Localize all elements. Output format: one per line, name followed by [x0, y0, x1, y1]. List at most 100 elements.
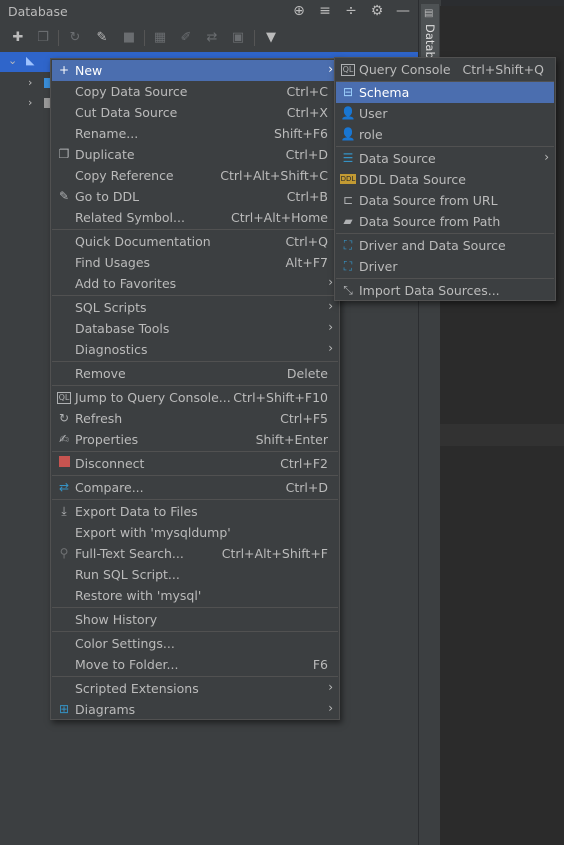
menu-item-new[interactable]: + New › [52, 60, 338, 81]
ddl-icon: DDL [340, 174, 356, 184]
menu-item-compare[interactable]: ⇄ Compare... Ctrl+D [52, 477, 338, 498]
duplicate-icon: ❐ [58, 147, 70, 161]
menu-separator [52, 475, 338, 476]
compare-icon[interactable]: ⇄ [202, 28, 222, 48]
menu-item-jump-to-query-console[interactable]: QL Jump to Query Console... Ctrl+Shift+F… [52, 387, 338, 408]
menu-item-run-sql-script[interactable]: Run SQL Script... [52, 564, 338, 585]
submenu-item-role[interactable]: 👤 role [336, 124, 554, 145]
submenu-item-user[interactable]: 👤 User [336, 103, 554, 124]
submenu-item-data-source-from-url[interactable]: ⊏ Data Source from URL [336, 190, 554, 211]
menu-separator [52, 451, 338, 452]
menu-separator [336, 146, 554, 147]
edit-icon[interactable]: ✐ [176, 28, 196, 48]
header-actions: ⊕ ≡ ÷ ⚙ — [290, 2, 412, 20]
submenu-item-driver[interactable]: ⛶ Driver [336, 256, 554, 277]
menu-separator [52, 361, 338, 362]
chevron-right-icon[interactable]: › [28, 76, 32, 89]
menu-separator [52, 499, 338, 500]
chevron-right-icon: › [328, 299, 333, 313]
chevron-right-icon: › [328, 62, 333, 76]
menu-item-export-with-mysqldump[interactable]: Export with 'mysqldump' [52, 522, 338, 543]
menu-item-remove[interactable]: Remove Delete [52, 363, 338, 384]
database-icon: ▤ [424, 8, 434, 19]
submenu-item-driver-and-data-source[interactable]: ⛶ Driver and Data Source [336, 235, 554, 256]
role-icon: 👤 [340, 127, 356, 141]
toolbar-separator [58, 30, 59, 46]
menu-item-add-to-favorites[interactable]: Add to Favorites › [52, 273, 338, 294]
menu-item-move-to-folder[interactable]: Move to Folder... F6 [52, 654, 338, 675]
menu-item-restore-with-mysql[interactable]: Restore with 'mysql' [52, 585, 338, 606]
menu-item-quick-documentation[interactable]: Quick Documentation Ctrl+Q [52, 231, 338, 252]
chevron-right-icon: › [328, 341, 333, 355]
menu-separator [336, 233, 554, 234]
menu-item-export-data-to-files[interactable]: ⤓ Export Data to Files [52, 501, 338, 522]
user-icon: 👤 [340, 106, 356, 120]
table-icon[interactable]: ▦ [150, 28, 170, 48]
chevron-right-icon: › [328, 275, 333, 289]
menu-item-diagnostics[interactable]: Diagnostics › [52, 339, 338, 360]
chevron-right-icon: › [328, 320, 333, 334]
schema-icon: ⊟ [342, 85, 354, 99]
menu-item-cut-data-source[interactable]: Cut Data Source Ctrl+X [52, 102, 338, 123]
filter-icon[interactable]: ▼ [261, 28, 281, 48]
collapse-all-icon[interactable]: ≡ [316, 2, 334, 20]
menu-item-rename[interactable]: Rename... Shift+F6 [52, 123, 338, 144]
menu-item-database-tools[interactable]: Database Tools › [52, 318, 338, 339]
new-submenu: QL Query Console Ctrl+Shift+Q ⊟ Schema 👤… [334, 57, 556, 301]
menu-item-diagrams[interactable]: ⊞ Diagrams › [52, 699, 338, 720]
properties-icon[interactable]: ✎ [92, 28, 112, 48]
compare-icon: ⇄ [58, 480, 70, 494]
menu-item-scripted-extensions[interactable]: Scripted Extensions › [52, 678, 338, 699]
console-icon[interactable]: ▣ [228, 28, 248, 48]
add-icon[interactable]: ✚ [8, 28, 28, 48]
menu-item-copy-data-source[interactable]: Copy Data Source Ctrl+C [52, 81, 338, 102]
menu-separator [336, 278, 554, 279]
stop-icon[interactable]: ■ [119, 28, 139, 48]
menu-item-refresh[interactable]: ↻ Refresh Ctrl+F5 [52, 408, 338, 429]
plus-icon: + [58, 63, 70, 77]
menu-item-find-usages[interactable]: Find Usages Alt+F7 [52, 252, 338, 273]
submenu-item-data-source-from-path[interactable]: ▰ Data Source from Path [336, 211, 554, 232]
properties-icon: ✍ [58, 432, 70, 446]
database-side-tab[interactable]: ▤ Datab [421, 4, 439, 64]
side-tab-label: Datab [423, 24, 437, 59]
panel-header: Database ⊕ ≡ ÷ ⚙ — [0, 0, 418, 24]
menu-separator [52, 229, 338, 230]
menu-separator [52, 631, 338, 632]
menu-item-go-to-ddl[interactable]: ✎ Go to DDL Ctrl+B [52, 186, 338, 207]
driver-icon: ⛶ [343, 238, 353, 252]
menu-item-color-settings[interactable]: Color Settings... [52, 633, 338, 654]
submenu-item-ddl-data-source[interactable]: DDL DDL Data Source [336, 169, 554, 190]
datasource-icon: ◣ [26, 54, 35, 67]
menu-item-copy-reference[interactable]: Copy Reference Ctrl+Alt+Shift+C [52, 165, 338, 186]
chevron-down-icon[interactable]: ⌄ [8, 54, 17, 67]
gear-icon[interactable]: ⚙ [368, 2, 386, 20]
refresh-icon[interactable]: ↻ [65, 28, 85, 48]
globe-icon[interactable]: ⊕ [290, 2, 308, 20]
submenu-item-schema[interactable]: ⊟ Schema [336, 82, 554, 103]
menu-separator [52, 385, 338, 386]
refresh-icon: ↻ [58, 411, 70, 425]
chevron-right-icon[interactable]: › [28, 96, 32, 109]
menu-separator [52, 295, 338, 296]
copy-icon[interactable]: ❐ [33, 28, 53, 48]
menu-item-disconnect[interactable]: Disconnect Ctrl+F2 [52, 453, 338, 474]
chevron-right-icon: › [328, 701, 333, 715]
minimize-icon[interactable]: — [394, 2, 412, 20]
submenu-item-query-console[interactable]: QL Query Console Ctrl+Shift+Q [336, 59, 554, 80]
menu-item-sql-scripts[interactable]: SQL Scripts › [52, 297, 338, 318]
search-icon: ⚲ [59, 546, 69, 560]
toolbar-separator [144, 30, 145, 46]
submenu-item-import-data-sources[interactable]: ⤡ Import Data Sources... [336, 280, 554, 301]
submenu-item-data-source[interactable]: ☰ Data Source › [336, 148, 554, 169]
folder-icon: ▰ [343, 214, 353, 228]
menu-item-properties[interactable]: ✍ Properties Shift+Enter [52, 429, 338, 450]
menu-item-show-history[interactable]: Show History [52, 609, 338, 630]
datasource-icon: ☰ [342, 151, 354, 165]
expand-all-icon[interactable]: ÷ [342, 2, 360, 20]
pencil-icon: ✎ [58, 189, 70, 203]
chevron-right-icon: › [328, 680, 333, 694]
menu-item-related-symbol[interactable]: Related Symbol... Ctrl+Alt+Home [52, 207, 338, 228]
menu-item-duplicate[interactable]: ❐ Duplicate Ctrl+D [52, 144, 338, 165]
menu-item-full-text-search[interactable]: ⚲ Full-Text Search... Ctrl+Alt+Shift+F [52, 543, 338, 564]
